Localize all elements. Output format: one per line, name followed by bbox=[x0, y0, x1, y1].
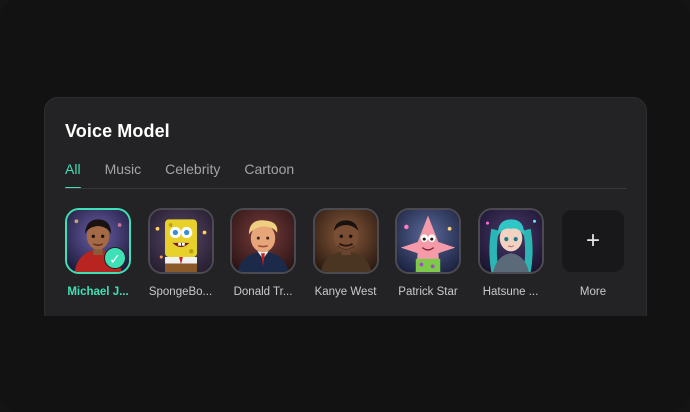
more-voice-models-button[interactable]: + More bbox=[560, 208, 626, 298]
voice-model-spongebob[interactable]: SpongeBo... bbox=[147, 208, 214, 298]
tab-celebrity[interactable]: Celebrity bbox=[165, 160, 220, 188]
tab-music[interactable]: Music bbox=[105, 160, 142, 188]
voice-model-label: Hatsune ... bbox=[482, 286, 539, 298]
panel-title: Voice Model bbox=[65, 121, 170, 141]
category-tabs: All Music Celebrity Cartoon bbox=[65, 160, 318, 189]
avatar-patrick-star bbox=[395, 208, 461, 274]
voice-model-label: Patrick Star bbox=[398, 286, 458, 298]
voice-model-label: Kanye West bbox=[314, 286, 377, 298]
hatsune-miku-portrait-icon bbox=[479, 210, 542, 272]
spongebob-portrait-icon bbox=[149, 210, 212, 272]
voice-model-michael-jackson[interactable]: ✓ Michael J... bbox=[65, 208, 131, 298]
more-label: More bbox=[579, 286, 607, 298]
tabs-divider bbox=[65, 188, 627, 189]
kanye-west-portrait-icon bbox=[314, 210, 377, 272]
more-tile: + bbox=[562, 210, 624, 272]
tab-cartoon[interactable]: Cartoon bbox=[244, 160, 294, 188]
patrick-star-portrait-icon bbox=[397, 210, 459, 272]
avatar-michael-jackson: ✓ bbox=[65, 208, 131, 274]
avatar-hatsune-miku bbox=[477, 208, 544, 274]
donald-trump-portrait-icon bbox=[232, 210, 294, 272]
voice-model-label: SpongeBo... bbox=[148, 286, 213, 298]
selected-check-icon: ✓ bbox=[104, 247, 126, 269]
voice-model-kanye-west[interactable]: Kanye West bbox=[312, 208, 379, 298]
voice-model-hatsune-miku[interactable]: Hatsune ... bbox=[477, 208, 544, 298]
voice-model-panel: Voice Model All Music Celebrity Cartoon bbox=[44, 97, 647, 316]
voice-model-donald-trump[interactable]: Donald Tr... bbox=[230, 208, 296, 298]
avatar-spongebob bbox=[147, 208, 214, 274]
voice-model-patrick-star[interactable]: Patrick Star bbox=[395, 208, 461, 298]
avatar-kanye-west bbox=[312, 208, 379, 274]
tab-all[interactable]: All bbox=[65, 160, 81, 189]
voice-model-label: Donald Tr... bbox=[233, 286, 293, 298]
avatar-donald-trump bbox=[230, 208, 296, 274]
plus-icon: + bbox=[585, 227, 600, 254]
voice-model-label: Michael J... bbox=[67, 286, 129, 298]
voice-model-list: ✓ Michael J... SpongeBo... Donald Tr... … bbox=[65, 208, 643, 298]
